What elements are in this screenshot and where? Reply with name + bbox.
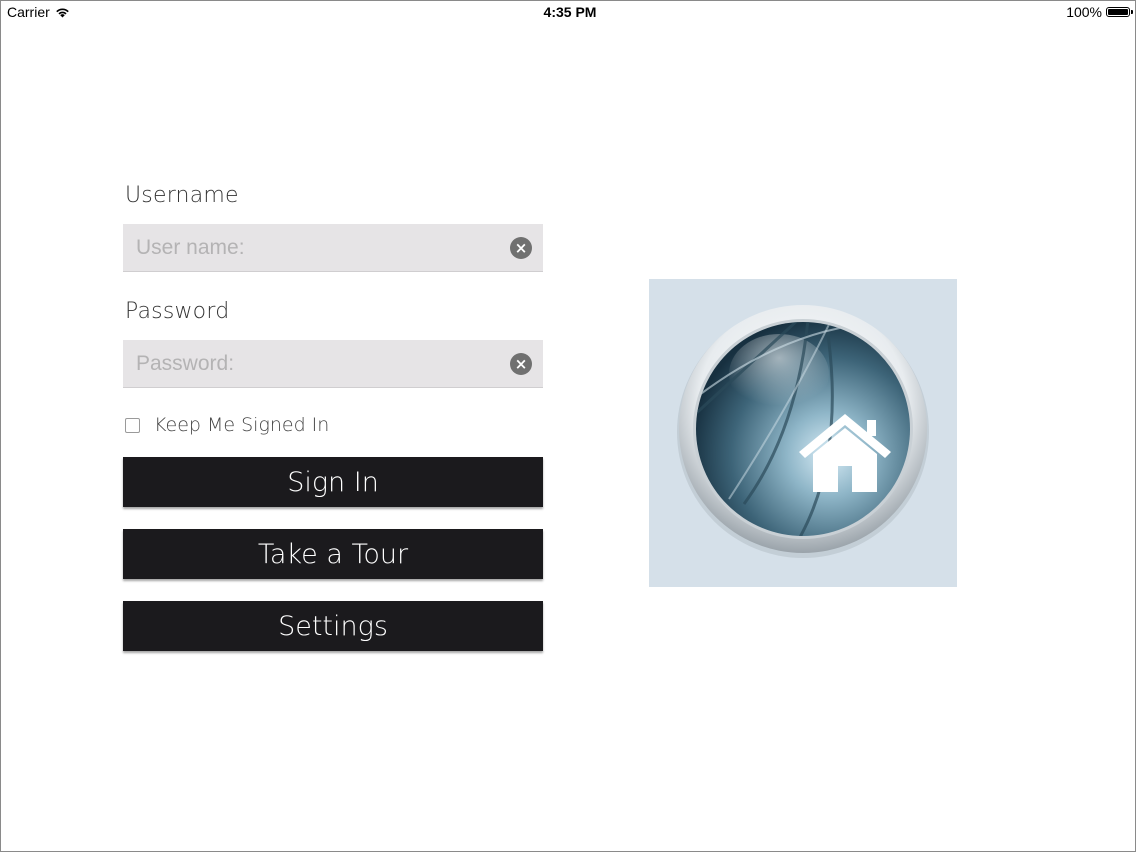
status-time: 4:35 PM: [543, 4, 597, 20]
password-field[interactable]: ×: [123, 340, 543, 388]
home-globe-logo: [677, 305, 929, 558]
battery-percent: 100%: [1066, 4, 1102, 20]
take-tour-button[interactable]: Take a Tour: [123, 529, 543, 579]
app-logo: [649, 279, 957, 587]
battery-status: 100%: [1066, 4, 1133, 20]
status-bar: Carrier 4:35 PM 100%: [0, 0, 1136, 24]
settings-button[interactable]: Settings: [123, 601, 543, 651]
keep-signed-in-row[interactable]: Keep Me Signed In: [125, 414, 329, 436]
keep-signed-in-checkbox[interactable]: [125, 417, 140, 433]
username-input[interactable]: [136, 224, 496, 272]
username-label: Username: [125, 183, 239, 208]
clear-icon[interactable]: ×: [510, 353, 532, 375]
clear-icon[interactable]: ×: [510, 237, 532, 259]
password-label: Password: [125, 299, 230, 324]
keep-signed-in-label[interactable]: Keep Me Signed In: [154, 414, 329, 436]
sign-in-button[interactable]: Sign In: [123, 457, 543, 507]
password-input[interactable]: [136, 340, 496, 388]
username-field[interactable]: ×: [123, 224, 543, 272]
battery-icon: [1106, 7, 1133, 17]
